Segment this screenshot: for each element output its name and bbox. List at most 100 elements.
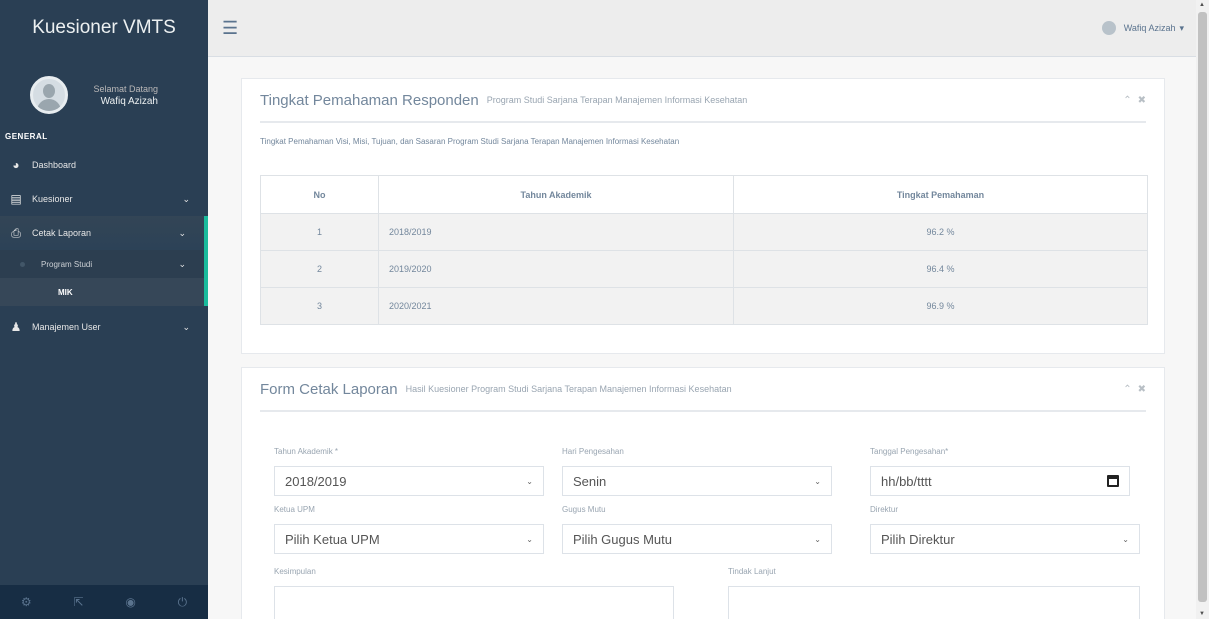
field-hari-pengesahan: Hari Pengesahan Senin ⌄ <box>562 447 832 496</box>
table-cell: 96.2 % <box>733 213 1148 251</box>
settings-icon[interactable]: ⚙ <box>21 595 32 609</box>
field-label: Tahun Akademik * <box>274 447 339 456</box>
app-brand[interactable]: Kuesioner VMTS <box>0 0 208 56</box>
field-label: Tindak Lanjut <box>728 567 776 576</box>
sidebar-item-label: Manajemen User <box>32 322 101 332</box>
tahun-akademik-select[interactable]: 2018/2019 ⌄ <box>274 466 544 496</box>
sidebar-item-label: Cetak Laporan <box>32 228 92 238</box>
ketua-upm-select[interactable]: Pilih Ketua UPM ⌄ <box>274 524 544 554</box>
chevron-down-icon: ⌄ <box>178 227 186 238</box>
chevron-down-icon: ⌄ <box>814 534 821 544</box>
chevron-down-icon: ⌄ <box>182 193 190 204</box>
chevron-down-icon: ⌄ <box>1122 534 1129 544</box>
user-dropdown[interactable]: Wafiq Azizah ▾ <box>1101 21 1184 35</box>
select-value: Pilih Ketua UPM <box>285 531 380 547</box>
printer-icon: ⎙ <box>11 225 21 240</box>
kesimpulan-textarea[interactable] <box>274 586 674 619</box>
chevron-down-icon: ⌄ <box>526 534 533 544</box>
table-cell: 1 <box>260 213 379 251</box>
field-kesimpulan: Kesimpulan <box>274 567 674 619</box>
table-cell: 96.4 % <box>733 250 1148 288</box>
fullscreen-icon[interactable]: ⇱ <box>73 595 83 609</box>
panel-subtitle: Program Studi Sarjana Terapan Manajemen … <box>486 95 748 105</box>
field-label: Hari Pengesahan <box>562 447 624 456</box>
scroll-down-icon[interactable]: ▼ <box>1199 611 1205 617</box>
select-value: 2018/2019 <box>285 473 347 489</box>
table-row: 2 2019/2020 96.4 % <box>260 250 1148 288</box>
scroll-up-icon[interactable]: ▲ <box>1199 2 1205 8</box>
field-label: Ketua UPM <box>274 505 315 514</box>
page-scrollbar[interactable]: ▲ ▼ <box>1196 0 1209 619</box>
top-navbar: ☰ Wafiq Azizah ▾ <box>208 0 1196 57</box>
power-icon[interactable]: ⏻ <box>178 595 188 610</box>
close-icon[interactable]: ✖ <box>1138 95 1146 106</box>
table-cell: 96.9 % <box>733 287 1148 325</box>
profile-name: Wafiq Azizah <box>100 95 158 107</box>
sidebar-subitem-label: Program Studi <box>41 259 93 269</box>
gugus-mutu-select[interactable]: Pilih Gugus Mutu ⌄ <box>562 524 832 554</box>
chevron-down-icon: ⌄ <box>526 476 533 486</box>
collapse-icon[interactable]: ⌃ <box>1123 95 1131 106</box>
field-tahun-akademik: Tahun Akademik * 2018/2019 ⌄ <box>274 447 544 496</box>
section-label-general: GENERAL <box>5 132 48 141</box>
table-cell: 2 <box>260 250 379 288</box>
menu-toggle-icon[interactable]: ☰ <box>222 18 238 39</box>
date-placeholder: hh/bb/tttt <box>881 473 932 489</box>
field-label: Gugus Mutu <box>562 505 606 514</box>
table-header: Tingkat Pemahaman <box>733 175 1148 214</box>
calendar-icon[interactable] <box>1107 475 1119 487</box>
tanggal-pengesahan-input[interactable]: hh/bb/tttt <box>870 466 1130 496</box>
tindak-lanjut-textarea[interactable] <box>728 586 1140 619</box>
field-label: Tanggal Pengesahan* <box>870 447 949 456</box>
table-header: Tahun Akademik <box>378 175 734 214</box>
table-row: 3 2020/2021 96.9 % <box>260 287 1148 325</box>
hari-pengesahan-select[interactable]: Senin ⌄ <box>562 466 832 496</box>
sidebar-item-label: Dashboard <box>32 160 77 170</box>
bullet-icon <box>20 261 25 267</box>
panel-description: Tingkat Pemahaman Visi, Misi, Tujuan, da… <box>260 137 680 146</box>
table-cell: 2019/2020 <box>378 250 734 288</box>
field-label: Kesimpulan <box>274 567 316 576</box>
scroll-thumb[interactable] <box>1198 12 1207 602</box>
field-label: Direktur <box>870 505 899 514</box>
table-cell: 2020/2021 <box>378 287 734 325</box>
panel-header: Form Cetak Laporan Hasil Kuesioner Progr… <box>260 368 1146 412</box>
panel-title: Form Cetak Laporan <box>260 380 398 398</box>
select-value: Pilih Direktur <box>881 531 955 547</box>
sidebar-item-manajemen-user[interactable]: ♟ Manajemen User ⌄ <box>0 310 208 344</box>
table-row: 1 2018/2019 96.2 % <box>260 213 1148 251</box>
field-tanggal-pengesahan: Tanggal Pengesahan* hh/bb/tttt <box>870 447 1130 496</box>
dashboard-icon: ◕ <box>12 158 20 172</box>
sidebar-item-cetak-laporan[interactable]: ⎙ Cetak Laporan ⌄ <box>0 216 208 250</box>
collapse-icon[interactable]: ⌃ <box>1123 384 1131 395</box>
sidebar-item-kuesioner[interactable]: ▤ Kuesioner ⌄ <box>0 182 208 216</box>
welcome-text: Selamat Datang <box>93 83 158 94</box>
profile-block: Selamat Datang Wafiq Azizah <box>0 56 208 128</box>
table-cell: 2018/2019 <box>378 213 734 251</box>
chevron-down-icon: ⌄ <box>814 476 821 486</box>
field-ketua-upm: Ketua UPM Pilih Ketua UPM ⌄ <box>274 505 544 554</box>
eye-icon[interactable]: ◉ <box>125 595 135 609</box>
panel-subtitle: Hasil Kuesioner Program Studi Sarjana Te… <box>405 384 732 394</box>
direktur-select[interactable]: Pilih Direktur ⌄ <box>870 524 1140 554</box>
select-value: Pilih Gugus Mutu <box>573 531 672 547</box>
user-avatar <box>1101 21 1116 35</box>
panel-header: Tingkat Pemahaman Responden Program Stud… <box>260 79 1146 123</box>
submenu-cetak-laporan: Program Studi ⌄ MIK <box>0 250 208 306</box>
field-direktur: Direktur Pilih Direktur ⌄ <box>870 505 1140 554</box>
caret-down-icon: ▾ <box>1179 22 1184 33</box>
sidebar: Kuesioner VMTS Selamat Datang Wafiq Aziz… <box>0 0 208 619</box>
sidebar-subitem-mik[interactable]: MIK <box>0 278 204 306</box>
sidebar-subitem-program-studi[interactable]: Program Studi ⌄ <box>0 250 204 278</box>
sidebar-footer: ⚙ ⇱ ◉ ⏻ <box>0 585 208 619</box>
close-icon[interactable]: ✖ <box>1138 384 1146 395</box>
sidebar-item-dashboard[interactable]: ◕ Dashboard <box>0 148 208 182</box>
field-tindak-lanjut: Tindak Lanjut <box>728 567 1140 619</box>
panel-form-cetak-laporan: Form Cetak Laporan Hasil Kuesioner Progr… <box>241 367 1165 619</box>
chevron-down-icon: ⌄ <box>178 258 186 269</box>
field-gugus-mutu: Gugus Mutu Pilih Gugus Mutu ⌄ <box>562 505 832 554</box>
table-cell: 3 <box>260 287 379 325</box>
list-icon: ▤ <box>10 192 22 206</box>
panel-tingkat-pemahaman: Tingkat Pemahaman Responden Program Stud… <box>241 78 1165 354</box>
avatar <box>30 76 68 114</box>
